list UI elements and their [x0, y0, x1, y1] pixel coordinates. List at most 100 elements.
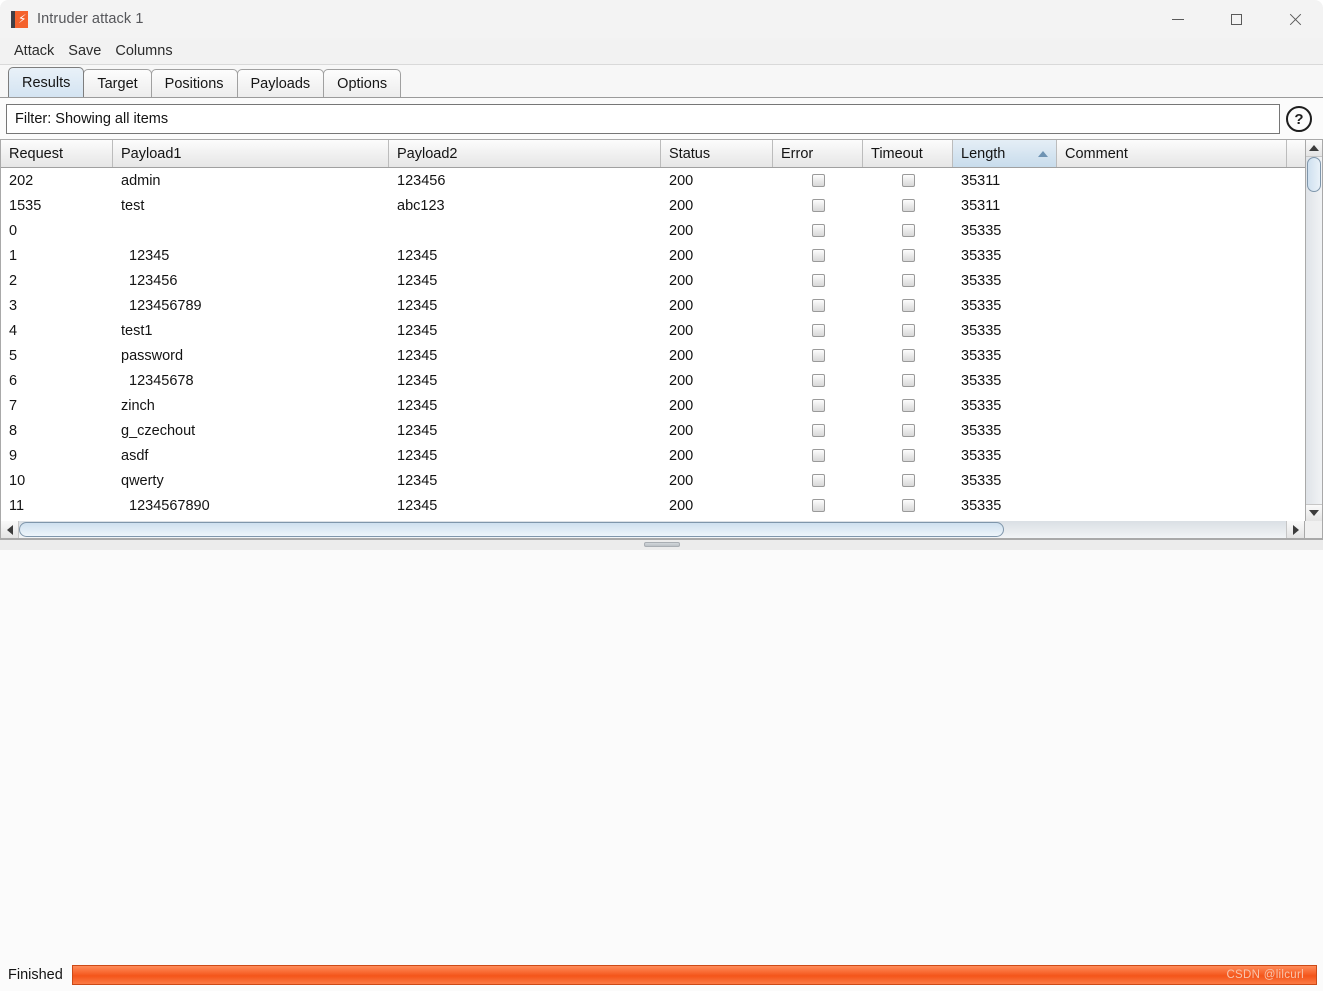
- table-row[interactable]: 0 200 35335: [1, 218, 1305, 243]
- cell-length: 35335: [961, 222, 1002, 239]
- timeout-checkbox[interactable]: [901, 224, 915, 237]
- cell-error: [773, 193, 863, 218]
- cell-comment: [1057, 443, 1287, 468]
- cell-timeout: [863, 218, 953, 243]
- column-header-request[interactable]: Request: [1, 140, 113, 167]
- column-header-payload1[interactable]: Payload1: [113, 140, 389, 167]
- timeout-checkbox[interactable]: [901, 199, 915, 212]
- scrollbar-corner: [1304, 521, 1322, 538]
- error-checkbox[interactable]: [811, 199, 825, 212]
- timeout-checkbox[interactable]: [901, 274, 915, 287]
- timeout-checkbox[interactable]: [901, 424, 915, 437]
- cell-error: [773, 393, 863, 418]
- error-checkbox[interactable]: [811, 349, 825, 362]
- table-row[interactable]: 4 test1 12345 200 35335: [1, 318, 1305, 343]
- error-checkbox[interactable]: [811, 374, 825, 387]
- column-header-timeout[interactable]: Timeout: [863, 140, 953, 167]
- table-row[interactable]: 5 password 12345 200 35335: [1, 343, 1305, 368]
- error-checkbox[interactable]: [811, 399, 825, 412]
- horizontal-scroll-thumb[interactable]: [19, 522, 1004, 537]
- timeout-checkbox[interactable]: [901, 349, 915, 362]
- cell-comment: [1057, 268, 1287, 293]
- timeout-checkbox[interactable]: [901, 399, 915, 412]
- timeout-checkbox[interactable]: [901, 174, 915, 187]
- cell-error: [773, 168, 863, 193]
- cell-timeout: [863, 368, 953, 393]
- table-row[interactable]: 1 12345 12345 200 35335: [1, 243, 1305, 268]
- cell-payload1: admin: [121, 172, 161, 189]
- cell-timeout: [863, 268, 953, 293]
- help-icon[interactable]: ?: [1286, 106, 1312, 132]
- scroll-up-button[interactable]: [1306, 140, 1322, 157]
- vertical-scroll-thumb[interactable]: [1307, 157, 1321, 192]
- column-header-label: Status: [669, 145, 711, 162]
- tab-positions[interactable]: Positions: [150, 69, 238, 97]
- error-checkbox[interactable]: [811, 449, 825, 462]
- cell-timeout: [863, 468, 953, 493]
- panel-splitter[interactable]: [0, 539, 1323, 550]
- error-checkbox[interactable]: [811, 424, 825, 437]
- error-checkbox[interactable]: [811, 299, 825, 312]
- table-row[interactable]: 7 zinch 12345 200 35335: [1, 393, 1305, 418]
- error-checkbox[interactable]: [811, 274, 825, 287]
- menu-item-attack[interactable]: Attack: [9, 41, 61, 62]
- cell-timeout: [863, 318, 953, 343]
- error-checkbox[interactable]: [811, 249, 825, 262]
- column-header-length[interactable]: Length: [953, 140, 1057, 167]
- filter-bar[interactable]: Filter: Showing all items: [6, 104, 1280, 134]
- table-row[interactable]: 9 asdf 12345 200 35335: [1, 443, 1305, 468]
- menu-item-save[interactable]: Save: [63, 41, 108, 62]
- cell-timeout: [863, 443, 953, 468]
- tab-options[interactable]: Options: [323, 69, 402, 97]
- timeout-checkbox[interactable]: [901, 499, 915, 512]
- column-header-error[interactable]: Error: [773, 140, 863, 167]
- scroll-left-button[interactable]: [1, 521, 19, 538]
- table-row[interactable]: 3 123456789 12345 200 35335: [1, 293, 1305, 318]
- timeout-checkbox[interactable]: [901, 374, 915, 387]
- table-row[interactable]: 202 admin 123456 200 35311: [1, 168, 1305, 193]
- timeout-checkbox[interactable]: [901, 474, 915, 487]
- tab-target[interactable]: Target: [83, 69, 152, 97]
- column-header-payload2[interactable]: Payload2: [389, 140, 661, 167]
- cell-request: 0: [9, 222, 18, 239]
- splitter-grip[interactable]: [643, 542, 680, 547]
- horizontal-scrollbar[interactable]: [0, 521, 1323, 539]
- column-header-status[interactable]: Status: [661, 140, 773, 167]
- maximize-button[interactable]: [1207, 0, 1265, 38]
- close-button[interactable]: [1265, 0, 1323, 38]
- scroll-right-button[interactable]: [1286, 521, 1304, 538]
- table-row[interactable]: 2 123456 12345 200 35335: [1, 268, 1305, 293]
- timeout-checkbox[interactable]: [901, 249, 915, 262]
- error-checkbox[interactable]: [811, 224, 825, 237]
- table-row[interactable]: 8 g_czechout 12345 200 35335: [1, 418, 1305, 443]
- error-checkbox[interactable]: [811, 499, 825, 512]
- column-header-label: Payload1: [121, 145, 182, 162]
- vertical-scrollbar[interactable]: [1305, 139, 1323, 521]
- error-checkbox[interactable]: [811, 324, 825, 337]
- menu-item-columns[interactable]: Columns: [110, 41, 179, 62]
- timeout-checkbox[interactable]: [901, 324, 915, 337]
- menu-bar: Attack Save Columns: [0, 38, 1323, 65]
- tab-payloads[interactable]: Payloads: [236, 69, 325, 97]
- minimize-button[interactable]: [1149, 0, 1207, 38]
- cell-error: [773, 268, 863, 293]
- cell-payload1: 12345678: [129, 372, 194, 389]
- tab-results[interactable]: Results: [8, 67, 85, 97]
- timeout-checkbox[interactable]: [901, 449, 915, 462]
- vertical-scroll-track[interactable]: [1306, 157, 1322, 504]
- cell-request: 1535: [9, 197, 42, 214]
- table-row[interactable]: 1535 test abc123 200 35311: [1, 193, 1305, 218]
- table-row[interactable]: 6 12345678 12345 200 35335: [1, 368, 1305, 393]
- results-table: Request Payload1 Payload2 Status Error Timeou…: [0, 139, 1323, 521]
- cell-request: 4: [9, 322, 18, 339]
- table-row[interactable]: 10 qwerty 12345 200 35335: [1, 468, 1305, 493]
- cell-payload1: 123456: [129, 272, 178, 289]
- scroll-down-button[interactable]: [1306, 504, 1322, 521]
- table-row[interactable]: 11 1234567890 12345 200 35335: [1, 493, 1305, 518]
- timeout-checkbox[interactable]: [901, 299, 915, 312]
- horizontal-scroll-track[interactable]: [19, 521, 1286, 538]
- cell-length: 35335: [961, 322, 1002, 339]
- error-checkbox[interactable]: [811, 174, 825, 187]
- column-header-comment[interactable]: Comment: [1057, 140, 1287, 167]
- error-checkbox[interactable]: [811, 474, 825, 487]
